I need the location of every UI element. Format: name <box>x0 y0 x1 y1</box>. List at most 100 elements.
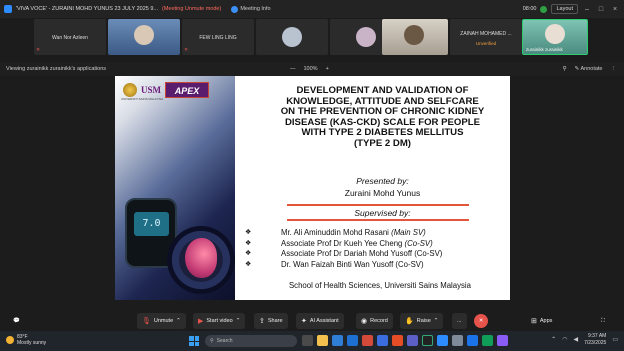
unverified-badge: Unverified <box>475 41 497 46</box>
volume-icon[interactable]: ◀ <box>573 336 578 343</box>
layout-button[interactable]: Layout <box>551 4 578 14</box>
more-button[interactable]: ... <box>452 313 467 329</box>
word-icon[interactable] <box>377 335 388 346</box>
logo-strip: USM APEX <box>123 82 209 98</box>
divider <box>287 204 469 206</box>
apps-grid-icon: ⊞ <box>531 318 537 325</box>
bullet-icon: ❖ <box>245 239 252 247</box>
bullet-icon: ❖ <box>245 229 252 236</box>
notification-icon[interactable]: ▭ <box>612 336 618 343</box>
glucometer-reading: 7.0 <box>134 212 169 236</box>
video-off-icon: ▶ <box>198 318 204 325</box>
chevron-up-icon[interactable]: ⌃ <box>434 318 439 324</box>
avatar <box>282 27 302 47</box>
start-video-label: Start video <box>206 318 233 324</box>
close-icon[interactable]: × <box>610 6 620 13</box>
mail-icon[interactable] <box>347 335 358 346</box>
edge-icon[interactable] <box>332 335 343 346</box>
app-icon[interactable] <box>452 335 463 346</box>
muted-mic-icon: ✕ <box>184 47 189 53</box>
chevron-up-icon[interactable]: ⌃ <box>551 336 556 343</box>
clock[interactable]: 9:37 AM 7/23/2025 <box>584 333 606 346</box>
share-button[interactable]: ⇪ Share <box>254 313 288 329</box>
annotate-label: Annotate <box>580 66 603 72</box>
chevron-up-icon[interactable]: ⌃ <box>176 318 181 324</box>
meeting-info-label: Meeting Info <box>240 6 271 12</box>
annotate-button[interactable]: ✎ Annotate <box>575 66 603 72</box>
hand-icon: ✋ <box>405 318 414 325</box>
zoom-in-button[interactable]: + <box>326 66 329 72</box>
zoom-app-icon[interactable] <box>437 335 448 346</box>
participant-tile-active-speaker[interactable]: zurainikk zurainikk <box>522 19 588 55</box>
title-line: ON THE PREVENTION OF CHRONIC KIDNEY <box>280 106 485 117</box>
start-video-button[interactable]: ▶ Start video ⌃ <box>193 313 246 329</box>
meeting-info-button[interactable]: Meeting Info <box>231 5 271 13</box>
raise-hand-button[interactable]: ✋ Raise ⌃ <box>400 313 444 329</box>
supervisor-item: ❖ Associate Prof Dr Dariah Mohd Yusoff (C… <box>245 249 505 260</box>
unmute-button[interactable]: 🎙 Unmute ⌃ <box>137 313 186 329</box>
meeting-timer: 08:00 <box>522 6 537 12</box>
participant-video <box>404 25 424 45</box>
sun-icon <box>6 336 14 344</box>
viewing-label: Viewing zurainikk zurainikk's applicatio… <box>6 66 106 72</box>
office-icon[interactable] <box>362 335 373 346</box>
slide-illustration: USM APEX UNIVERSITI SAINS MALAYSIA 7.0 <box>115 76 235 300</box>
task-view-icon[interactable] <box>302 335 313 346</box>
participant-name: Wan Nor Azleen <box>52 35 88 41</box>
participant-tile[interactable] <box>382 19 448 55</box>
windows-start-icon[interactable] <box>189 336 199 346</box>
leave-meeting-button[interactable]: ✕ <box>474 314 488 328</box>
zoom-controls: — 100% + <box>290 66 329 72</box>
apps-label: Apps <box>539 318 553 324</box>
apps-button[interactable]: ⊞ Apps <box>526 313 557 329</box>
supervisor-name: Associate Prof Dr Dariah Mohd Yusoff <box>281 249 413 258</box>
chat-bubble-icon[interactable]: 💬 <box>8 313 25 329</box>
participant-tile[interactable]: Wan Nor Azleen ✕ <box>34 19 106 55</box>
chevron-up-icon[interactable]: ⌃ <box>236 318 241 324</box>
teams-icon[interactable] <box>407 335 418 346</box>
chrome-icon[interactable] <box>467 335 478 346</box>
powerpoint-icon[interactable] <box>392 335 403 346</box>
info-icon <box>231 5 239 13</box>
view-options-button[interactable]: ⚲ <box>563 66 567 72</box>
more-options-icon[interactable]: ⋮ <box>611 66 617 72</box>
clock-date: 7/23/2025 <box>584 339 607 346</box>
excel-icon[interactable] <box>482 335 493 346</box>
record-label: Record <box>370 318 388 324</box>
fullscreen-icon[interactable]: ⛶ <box>596 313 610 329</box>
supervisor-list: ❖ Mr. Ali Aminuddin Mohd Rasani (Main SV)… <box>245 228 505 270</box>
screen-share-bar: Viewing zurainikk zurainikk's applicatio… <box>0 62 624 76</box>
app-icon[interactable] <box>497 335 508 346</box>
record-button[interactable]: ◉ Record <box>356 313 393 329</box>
zoom-out-button[interactable]: — <box>290 66 296 72</box>
kidney-icon <box>185 238 217 278</box>
usm-logo: USM <box>141 85 161 95</box>
participant-tile[interactable] <box>256 19 328 55</box>
title-line: WITH TYPE 2 DIABETES MELLITUS <box>301 127 464 138</box>
file-explorer-icon[interactable] <box>317 335 328 346</box>
minimize-icon[interactable]: – <box>582 6 592 13</box>
terminal-icon[interactable] <box>422 335 433 346</box>
weather-widget[interactable]: 83°F Mostly sunny <box>6 334 46 346</box>
supervisor-item: ❖ Associate Prof Dr Kueh Yee Cheng (Co-SV… <box>245 239 505 250</box>
leave-icon: ✕ <box>478 318 484 324</box>
participant-tile[interactable]: FEW LING LING ✕ <box>182 19 254 55</box>
participant-tile[interactable] <box>108 19 180 55</box>
supervisor-item: ❖ Mr. Ali Aminuddin Mohd Rasani (Main SV) <box>245 228 505 239</box>
participant-strip: Wan Nor Azleen ✕ FEW LING LING ✕ ZAINAH … <box>34 19 590 56</box>
wifi-icon[interactable]: ◠ <box>562 336 567 343</box>
ai-assistant-button[interactable]: ✦ AI Assistant <box>296 313 344 329</box>
zoom-level: 100% <box>303 66 318 72</box>
record-icon: ◉ <box>361 318 368 325</box>
maximize-icon[interactable]: □ <box>596 6 606 13</box>
school-name: School of Health Sciences, Universiti Sa… <box>288 281 471 290</box>
participant-tile[interactable]: ZAINAH MOHAMED ... Unverified <box>450 19 522 55</box>
supervisor-role: (Main SV) <box>391 228 426 237</box>
taskbar-apps <box>302 335 508 346</box>
taskbar-search[interactable]: ⚲ Search <box>205 335 297 347</box>
participant-name: ZAINAH MOHAMED ... <box>460 31 512 37</box>
avatar <box>356 27 376 47</box>
participant-video <box>545 24 565 44</box>
shared-slide: USM APEX UNIVERSITI SAINS MALAYSIA 7.0 D… <box>115 76 510 300</box>
supervisor-name: Mr. Ali Aminuddin Mohd Rasani <box>281 228 389 237</box>
